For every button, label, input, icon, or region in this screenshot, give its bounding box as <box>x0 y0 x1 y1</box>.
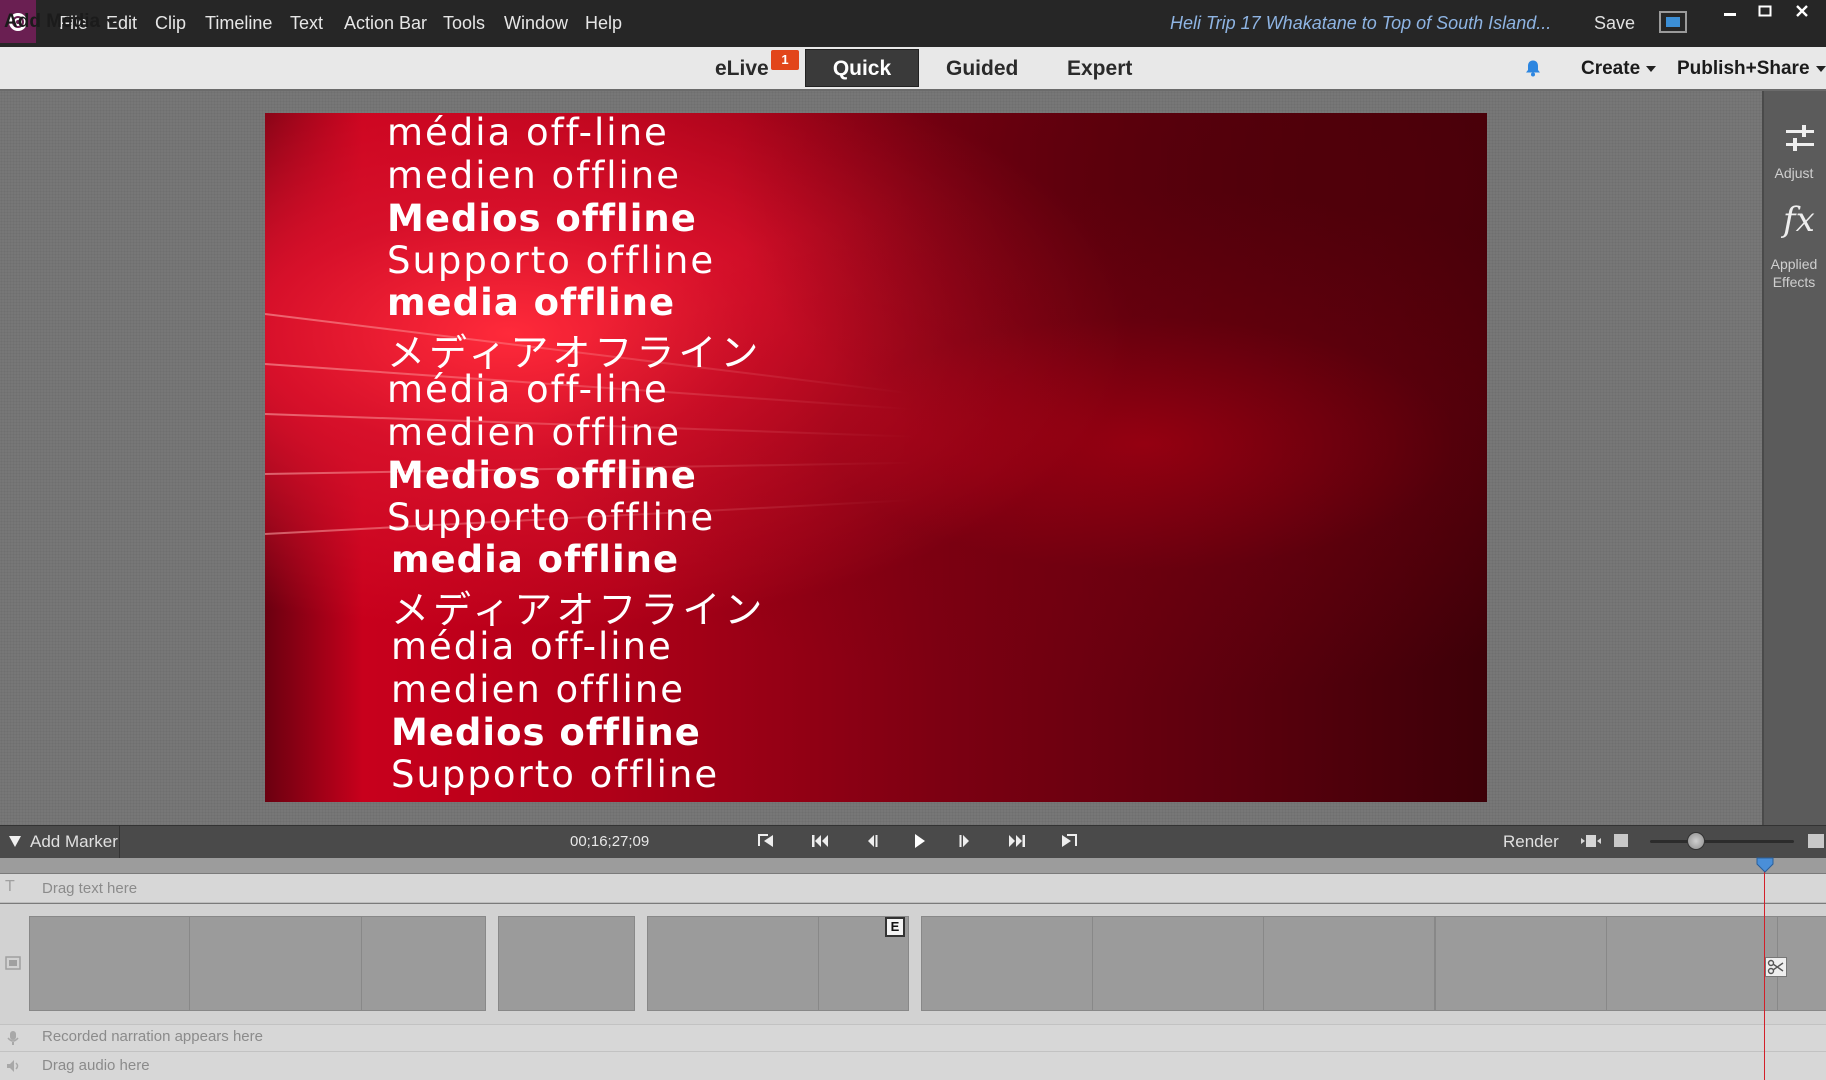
offline-line: média off-line <box>387 113 669 154</box>
skip-back-icon[interactable] <box>807 829 833 853</box>
save-button[interactable]: Save <box>1594 0 1635 47</box>
step-forward-icon[interactable] <box>952 829 978 853</box>
elive-link[interactable]: eLive <box>715 47 769 91</box>
offline-line: Medios offline <box>391 711 701 754</box>
chevron-down-icon <box>106 18 117 25</box>
scissors-icon[interactable] <box>1765 957 1787 977</box>
text-track[interactable] <box>0 874 1826 903</box>
narration-track-placeholder: Recorded narration appears here <box>42 1028 263 1045</box>
menu-window[interactable]: Window <box>504 0 568 47</box>
timeline-clip[interactable] <box>1263 916 1435 1011</box>
offline-line: Supporto offline <box>387 496 716 539</box>
menu-timeline[interactable]: Timeline <box>205 0 272 47</box>
applied-effects-label[interactable]: Applied Effects <box>1762 255 1826 291</box>
tab-quick[interactable]: Quick <box>805 49 919 87</box>
offline-line: media offline <box>387 281 676 324</box>
speaker-icon <box>7 1060 19 1072</box>
chevron-down-icon <box>1815 65 1826 72</box>
menu-clip[interactable]: Clip <box>155 0 186 47</box>
menu-bar <box>0 0 1826 47</box>
add-media-label: Add Media <box>4 11 101 32</box>
zoom-slider-thumb[interactable] <box>1687 832 1705 850</box>
close-icon[interactable] <box>1785 0 1819 22</box>
step-back-icon[interactable] <box>859 829 885 853</box>
tab-expert[interactable]: Expert <box>1067 47 1132 91</box>
offline-line: média off-line <box>391 625 673 668</box>
timeline-clip[interactable] <box>1606 916 1778 1011</box>
fit-timeline-icon[interactable] <box>1580 832 1602 850</box>
timeline-clip[interactable] <box>1435 916 1607 1011</box>
video-track-icon <box>5 956 21 970</box>
offline-line: medien offline <box>387 154 682 197</box>
offline-line: Supporto offline <box>387 239 716 282</box>
audio-track[interactable] <box>0 1052 1826 1080</box>
adjust-icon[interactable] <box>1784 124 1816 154</box>
publish-share-label: Publish+Share <box>1677 58 1810 79</box>
timeline-clip[interactable] <box>498 916 635 1011</box>
add-marker-label: Add Marker <box>30 832 118 851</box>
timecode-display: 00;16;27;09 <box>570 833 650 850</box>
add-media-menu[interactable]: Add Media <box>4 0 117 44</box>
adjust-label[interactable]: Adjust <box>1762 165 1826 181</box>
go-to-out-icon[interactable] <box>1056 829 1082 853</box>
offline-line: medien offline <box>391 668 686 711</box>
offline-line: medien offline <box>387 411 682 454</box>
tab-guided[interactable]: Guided <box>946 47 1018 91</box>
menu-text[interactable]: Text <box>290 0 323 47</box>
bell-icon[interactable] <box>1524 59 1542 77</box>
menu-tools[interactable]: Tools <box>443 0 485 47</box>
timeline-clip[interactable] <box>29 916 190 1011</box>
timeline-ruler[interactable] <box>0 858 1826 873</box>
create-menu[interactable]: Create <box>1581 47 1657 91</box>
offline-line: Supporto offline <box>391 753 720 796</box>
preview-monitor[interactable]: média off-line medien offline Medios off… <box>265 113 1487 802</box>
offline-line: media offline <box>391 538 680 581</box>
offline-line: Medios offline <box>387 454 697 497</box>
play-icon[interactable] <box>906 829 932 853</box>
marker-icon <box>9 836 21 847</box>
timeline-clip[interactable] <box>1092 916 1264 1011</box>
timeline-clip[interactable] <box>647 916 819 1011</box>
timeline-clip[interactable] <box>921 916 1093 1011</box>
zoom-in-icon[interactable] <box>1808 834 1824 848</box>
offline-line: média off-line <box>387 368 669 411</box>
restore-icon[interactable] <box>1748 0 1782 22</box>
text-track-placeholder: Drag text here <box>42 880 138 897</box>
document-title: Heli Trip 17 Whakatane to Top of South I… <box>1170 13 1552 33</box>
create-label: Create <box>1581 58 1641 79</box>
chevron-down-icon <box>1646 65 1657 72</box>
audio-track-placeholder: Drag audio here <box>42 1057 150 1074</box>
zoom-out-icon[interactable] <box>1614 834 1628 847</box>
offline-line: Medios offline <box>387 197 697 240</box>
menu-action-bar[interactable]: Action Bar <box>344 0 427 47</box>
add-marker-button[interactable]: Add Marker <box>0 825 120 858</box>
publish-share-menu[interactable]: Publish+Share <box>1677 47 1826 91</box>
applied-effects-line-2: Effects <box>1772 274 1816 290</box>
applied-effects-line-1: Applied <box>1770 256 1818 272</box>
render-button[interactable]: Render <box>1503 825 1559 858</box>
go-to-in-icon[interactable] <box>753 829 779 853</box>
menu-help[interactable]: Help <box>585 0 622 47</box>
elive-notification-badge: 1 <box>771 50 799 70</box>
minimize-icon[interactable] <box>1713 0 1747 22</box>
text-track-icon: T <box>5 878 15 895</box>
timeline-clip[interactable] <box>361 916 486 1011</box>
skip-forward-icon[interactable] <box>1004 829 1030 853</box>
microphone-icon <box>7 1031 19 1045</box>
end-marker-icon[interactable]: E <box>885 917 905 937</box>
playhead-handle[interactable] <box>1756 857 1774 873</box>
fx-icon[interactable]: fx <box>1783 200 1823 240</box>
timeline-clip[interactable] <box>189 916 362 1011</box>
zoom-slider-track[interactable] <box>1650 840 1794 843</box>
narration-track[interactable] <box>0 1024 1826 1052</box>
fullscreen-icon[interactable] <box>1659 11 1687 33</box>
